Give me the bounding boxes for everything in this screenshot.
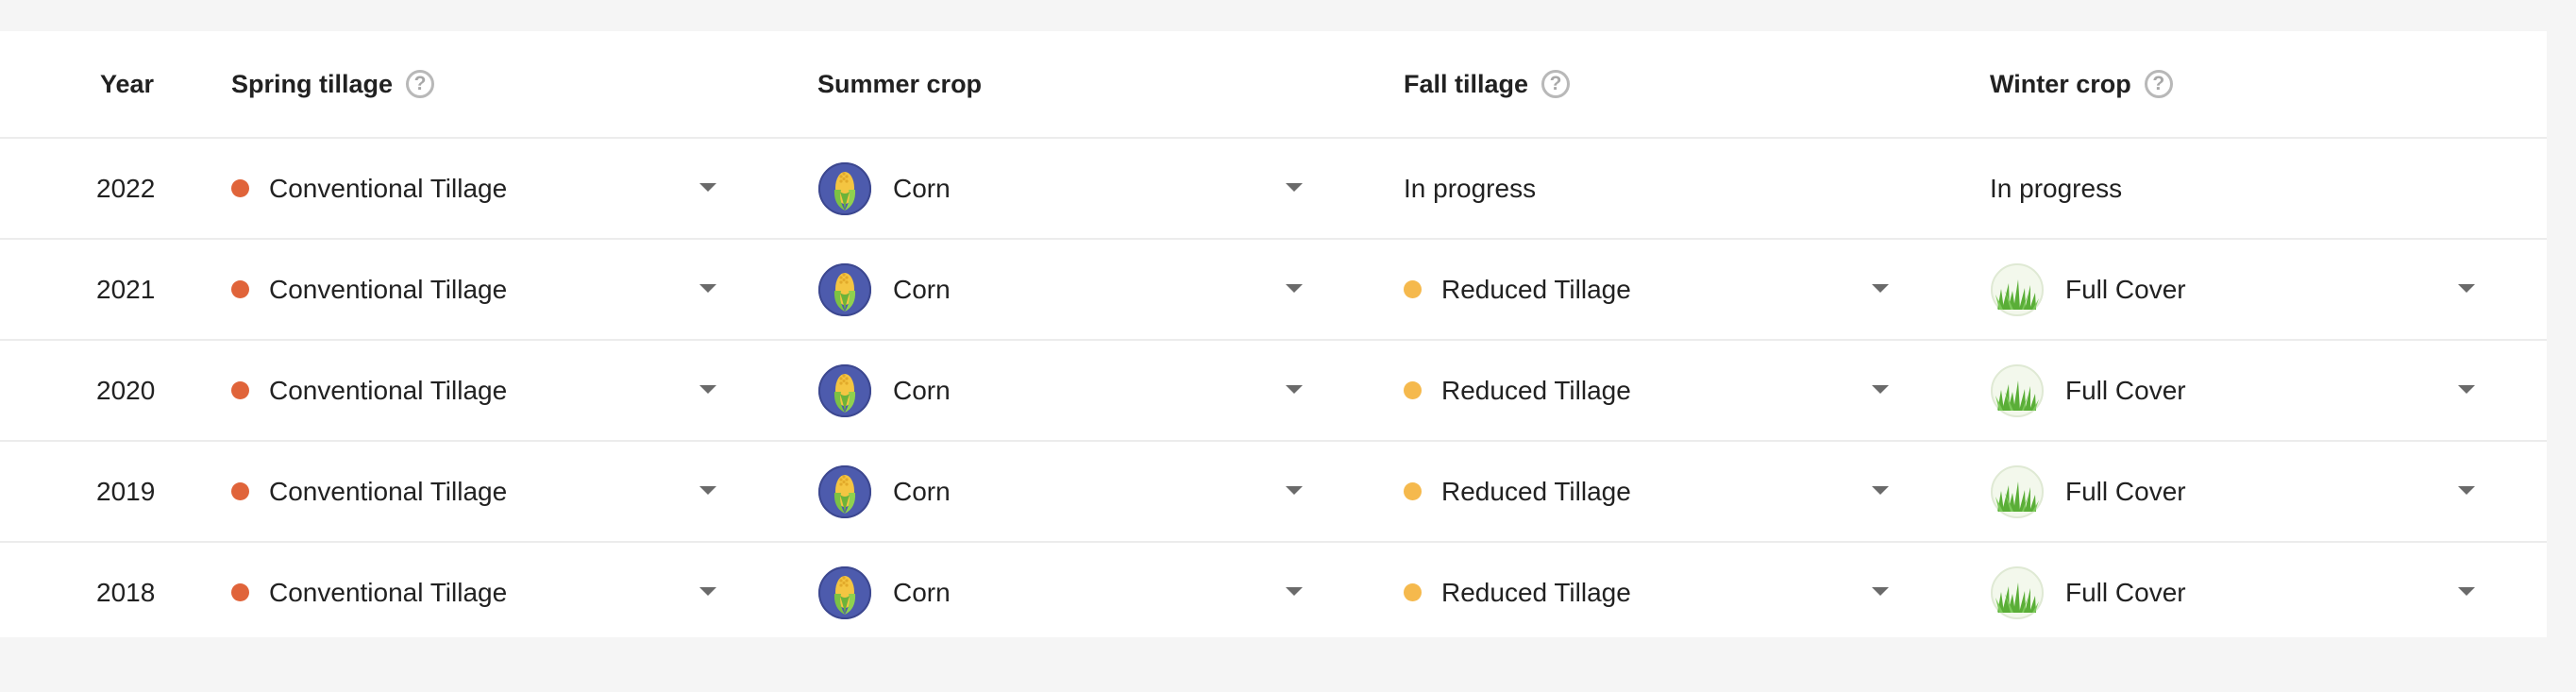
chevron-down-icon[interactable] [699, 587, 716, 596]
conventional-tillage-dot [231, 179, 249, 197]
chevron-down-icon[interactable] [1872, 385, 1889, 394]
chevron-down-icon[interactable] [2458, 486, 2475, 495]
table-row: 2019 Conventional Tillage Corn Reduced T… [0, 442, 2547, 543]
chevron-down-icon[interactable] [699, 183, 716, 192]
corn-icon [817, 565, 872, 620]
fall-tillage-value: Reduced Tillage [1441, 476, 1631, 506]
fall-tillage-select[interactable]: Reduced Tillage [1404, 442, 1631, 541]
grass-icon [1990, 363, 2045, 418]
spring-tillage-select[interactable]: Conventional Tillage [231, 442, 507, 541]
summer-crop-value: Corn [893, 173, 951, 203]
year-cell: 2022 [96, 173, 156, 203]
spring-tillage-value: Conventional Tillage [269, 577, 508, 607]
year-cell: 2021 [96, 274, 156, 304]
table-row: 2020 Conventional Tillage Corn Reduced T… [0, 341, 2547, 442]
fall-tillage-value: Reduced Tillage [1441, 577, 1631, 607]
winter-crop-value: Full Cover [2065, 274, 2186, 304]
winter-crop-status: In progress [1990, 173, 2123, 203]
spring-tillage-value: Conventional Tillage [269, 375, 508, 405]
winter-crop-value: Full Cover [2065, 375, 2186, 405]
winter-crop-select[interactable]: Full Cover [1990, 341, 2186, 440]
table-header: Year Spring tillage ? Summer crop Fall t… [0, 31, 2547, 139]
reduced-tillage-dot [1404, 482, 1422, 500]
table-row: 2018 Conventional Tillage Corn Reduced T… [0, 543, 2547, 642]
fall-tillage-value: Reduced Tillage [1441, 274, 1631, 304]
reduced-tillage-dot [1404, 583, 1422, 601]
chevron-down-icon[interactable] [1286, 587, 1303, 596]
summer-crop-value: Corn [893, 375, 951, 405]
summer-crop-select[interactable]: Corn [817, 341, 951, 440]
winter-crop-value: Full Cover [2065, 577, 2186, 607]
conventional-tillage-dot [231, 381, 249, 399]
year-cell: 2019 [96, 476, 156, 506]
fall-tillage-status: In progress [1404, 173, 1537, 203]
chevron-down-icon[interactable] [2458, 385, 2475, 394]
fall-tillage-select[interactable]: Reduced Tillage [1404, 341, 1631, 440]
summer-crop-value: Corn [893, 476, 951, 506]
spring-tillage-select[interactable]: Conventional Tillage [231, 543, 507, 642]
chevron-down-icon[interactable] [699, 486, 716, 495]
chevron-down-icon[interactable] [1872, 486, 1889, 495]
column-header-winter-crop: Winter crop ? [1990, 31, 2173, 137]
crop-history-table: Year Spring tillage ? Summer crop Fall t… [0, 31, 2547, 637]
corn-icon [817, 262, 872, 317]
spring-tillage-value: Conventional Tillage [269, 476, 508, 506]
chevron-down-icon[interactable] [699, 284, 716, 293]
fall-tillage-value: Reduced Tillage [1441, 375, 1631, 405]
summer-crop-select[interactable]: Corn [817, 442, 951, 541]
fall-tillage-select[interactable]: Reduced Tillage [1404, 240, 1631, 339]
conventional-tillage-dot [231, 583, 249, 601]
column-header-year: Year [100, 31, 154, 137]
column-header-spring-tillage-label: Spring tillage [231, 69, 394, 98]
chevron-down-icon[interactable] [1286, 385, 1303, 394]
grass-icon [1990, 565, 2045, 620]
chevron-down-icon[interactable] [2458, 284, 2475, 293]
chevron-down-icon[interactable] [1286, 183, 1303, 192]
grass-icon [1990, 464, 2045, 519]
corn-icon [817, 464, 872, 519]
summer-crop-select[interactable]: Corn [817, 543, 951, 642]
chevron-down-icon[interactable] [699, 385, 716, 394]
summer-crop-value: Corn [893, 577, 951, 607]
conventional-tillage-dot [231, 482, 249, 500]
chevron-down-icon[interactable] [1872, 587, 1889, 596]
summer-crop-value: Corn [893, 274, 951, 304]
grass-icon [1990, 262, 2045, 317]
help-icon[interactable]: ? [2144, 70, 2173, 98]
chevron-down-icon[interactable] [2458, 587, 2475, 596]
winter-crop-select[interactable]: Full Cover [1990, 442, 2186, 541]
reduced-tillage-dot [1404, 381, 1422, 399]
column-header-summer-crop-label: Summer crop [817, 69, 983, 98]
column-header-year-label: Year [100, 69, 155, 98]
winter-crop-select[interactable]: Full Cover [1990, 543, 2186, 642]
corn-icon [817, 363, 872, 418]
spring-tillage-value: Conventional Tillage [269, 173, 508, 203]
chevron-down-icon[interactable] [1286, 486, 1303, 495]
column-header-summer-crop: Summer crop [817, 31, 982, 137]
winter-crop-select[interactable]: Full Cover [1990, 240, 2186, 339]
chevron-down-icon[interactable] [1286, 284, 1303, 293]
column-header-fall-tillage-label: Fall tillage [1404, 69, 1529, 98]
table-row: 2022 Conventional Tillage Corn In progre… [0, 139, 2547, 240]
spring-tillage-value: Conventional Tillage [269, 274, 508, 304]
year-cell: 2018 [96, 577, 156, 607]
help-icon[interactable]: ? [406, 70, 435, 98]
year-cell: 2020 [96, 375, 156, 405]
column-header-winter-crop-label: Winter crop [1990, 69, 2131, 98]
corn-icon [817, 161, 872, 216]
table-row: 2021 Conventional Tillage Corn Reduced T… [0, 240, 2547, 341]
summer-crop-select[interactable]: Corn [817, 240, 951, 339]
help-icon[interactable]: ? [1541, 70, 1571, 98]
summer-crop-select[interactable]: Corn [817, 139, 951, 238]
reduced-tillage-dot [1404, 280, 1422, 298]
winter-crop-value: Full Cover [2065, 476, 2186, 506]
spring-tillage-select[interactable]: Conventional Tillage [231, 240, 507, 339]
column-header-spring-tillage: Spring tillage ? [231, 31, 435, 137]
spring-tillage-select[interactable]: Conventional Tillage [231, 139, 507, 238]
spring-tillage-select[interactable]: Conventional Tillage [231, 341, 507, 440]
conventional-tillage-dot [231, 280, 249, 298]
fall-tillage-select[interactable]: Reduced Tillage [1404, 543, 1631, 642]
column-header-fall-tillage: Fall tillage ? [1404, 31, 1571, 137]
chevron-down-icon[interactable] [1872, 284, 1889, 293]
